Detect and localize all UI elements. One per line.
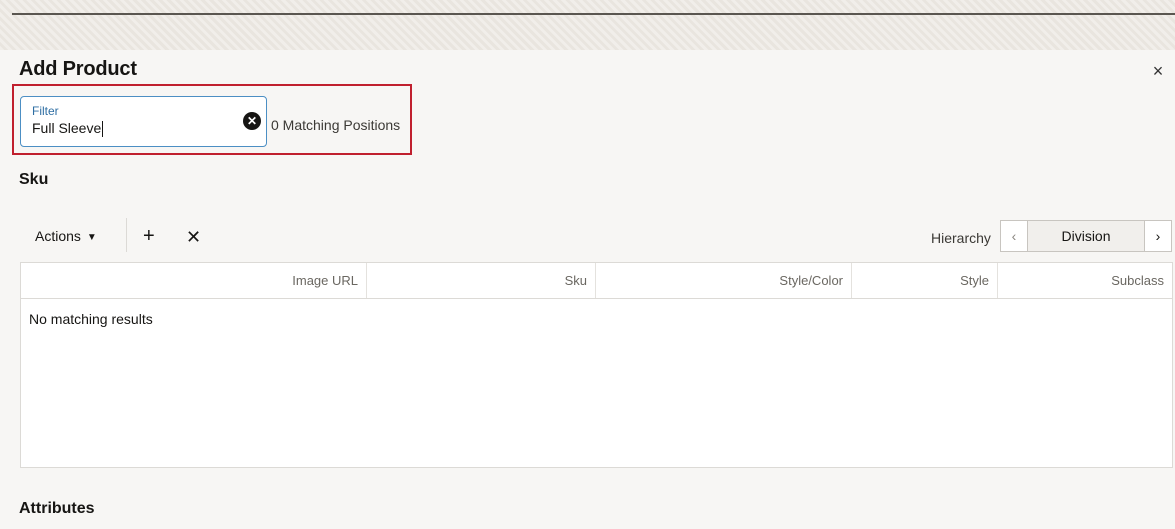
- dialog-title: Add Product: [19, 58, 137, 80]
- background-divider: [12, 13, 1175, 15]
- table-header: Image URL Sku Style/Color Style Subclass: [21, 263, 1172, 299]
- sku-section-heading: Sku: [19, 171, 49, 188]
- column-header-sku[interactable]: Sku: [367, 263, 596, 298]
- actions-menu-button[interactable]: Actions ▼: [35, 228, 97, 244]
- toolbar-separator: [126, 218, 127, 252]
- close-icon[interactable]: ×: [1146, 59, 1170, 83]
- sku-table: Image URL Sku Style/Color Style Subclass…: [20, 262, 1173, 468]
- hierarchy-label: Hierarchy: [931, 230, 991, 246]
- hierarchy-value[interactable]: Division: [1028, 220, 1144, 252]
- column-header-style[interactable]: Style: [852, 263, 998, 298]
- chevron-right-icon[interactable]: ›: [1144, 220, 1172, 252]
- actions-label: Actions: [35, 228, 81, 244]
- attributes-section-heading: Attributes: [19, 500, 95, 517]
- matching-count: 0 Matching Positions: [271, 117, 401, 133]
- column-header-subclass[interactable]: Subclass: [998, 263, 1172, 298]
- x-icon[interactable]: ✕: [186, 225, 201, 249]
- filter-value: Full Sleeve: [32, 120, 102, 136]
- clear-filter-icon[interactable]: ✕: [243, 112, 261, 130]
- text-cursor: [102, 121, 104, 138]
- column-header-image-url[interactable]: Image URL: [21, 263, 367, 298]
- filter-field[interactable]: Filter Full Sleeve ✕: [20, 96, 267, 147]
- column-header-style-color[interactable]: Style/Color: [596, 263, 852, 298]
- chevron-left-icon[interactable]: ‹: [1000, 220, 1028, 252]
- caret-down-icon: ▼: [86, 231, 97, 243]
- background-page-strip: [0, 0, 1175, 50]
- empty-table-message: No matching results: [29, 311, 153, 327]
- filter-input[interactable]: Full Sleeve: [32, 120, 232, 138]
- hierarchy-selector: ‹ Division ›: [1000, 220, 1172, 252]
- plus-icon[interactable]: +: [143, 224, 155, 248]
- filter-label: Filter: [32, 104, 59, 118]
